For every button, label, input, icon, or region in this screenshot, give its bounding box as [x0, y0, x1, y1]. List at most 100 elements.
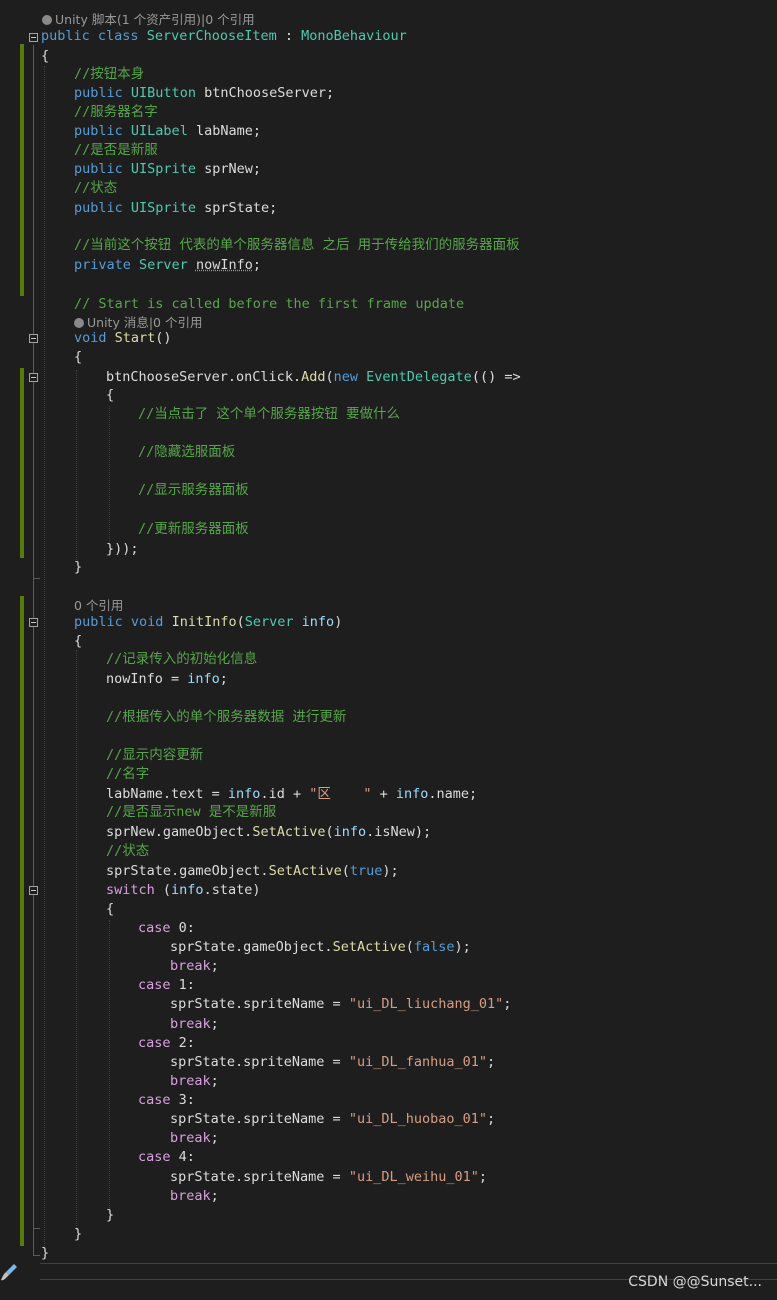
- code-line[interactable]: sprState.spriteName = "ui_DL_liuchang_01…: [170, 995, 511, 1014]
- code-line[interactable]: public UIButton btnChooseServer;: [74, 84, 334, 103]
- code-line[interactable]: //显示内容更新: [106, 746, 203, 765]
- keyword: case: [138, 920, 171, 936]
- punct: );: [454, 939, 471, 955]
- fold-toggle[interactable]: [29, 886, 38, 895]
- code-line[interactable]: //状态: [106, 842, 149, 861]
- punct: {: [74, 349, 83, 365]
- code-line[interactable]: //状态: [74, 179, 117, 198]
- code-line[interactable]: case 4:: [138, 1148, 195, 1167]
- keyword: void: [130, 614, 164, 630]
- keyword: break: [170, 1016, 211, 1032]
- code-line[interactable]: sprState.gameObject.SetActive(false);: [170, 938, 471, 957]
- code-line[interactable]: case 3:: [138, 1091, 195, 1110]
- code-line[interactable]: // Start is called before the first fram…: [74, 295, 464, 314]
- identifier: sprNew;: [195, 161, 261, 177]
- keyword: public: [74, 614, 123, 630]
- unity-icon: [74, 318, 84, 328]
- string: "ui_DL_huobao_01": [348, 1111, 487, 1127]
- punct: }: [74, 559, 83, 575]
- lens-refs[interactable]: |0 个引用: [201, 12, 255, 27]
- code-line[interactable]: btnChooseServer.onClick.Add(new EventDel…: [106, 368, 521, 387]
- fold-toggle[interactable]: [29, 618, 38, 627]
- code-line[interactable]: break;: [170, 1015, 219, 1034]
- code-line[interactable]: {: [74, 632, 82, 651]
- identifier: btnChooseServer;: [195, 85, 335, 101]
- code-line[interactable]: private Server nowInfo;: [74, 256, 261, 275]
- fold-toggle[interactable]: [29, 33, 38, 42]
- punct: (: [341, 863, 350, 879]
- keyword: case: [138, 1035, 171, 1051]
- keyword: public: [74, 123, 123, 139]
- fold-line-end: [33, 1255, 40, 1256]
- code-line[interactable]: sprNew.gameObject.SetActive(info.isNew);: [106, 823, 431, 842]
- code-line[interactable]: //当前这个按钮 代表的单个服务器信息 之后 用于传给我们的服务器面板: [74, 236, 520, 255]
- code-line[interactable]: //按钮本身: [74, 65, 144, 84]
- code-line[interactable]: //是否是新服: [74, 141, 158, 160]
- code-line[interactable]: //是否显示new 是不是新服: [106, 803, 276, 822]
- identifier: sprState.spriteName =: [170, 996, 349, 1012]
- fold-toggle[interactable]: [29, 334, 38, 343]
- type-name: Server: [139, 257, 188, 273]
- code-line[interactable]: case 0:: [138, 919, 195, 938]
- code-line[interactable]: }));: [106, 540, 139, 559]
- code-line[interactable]: break;: [170, 1129, 219, 1148]
- code-editor[interactable]: Unity 脚本(1 个资产引用)|0 个引用 public class Ser…: [0, 0, 777, 1300]
- code-line[interactable]: }: [74, 558, 82, 577]
- lens-refs[interactable]: |0 个引用: [149, 315, 203, 330]
- keyword: private: [74, 257, 131, 273]
- keyword: true: [349, 863, 383, 879]
- code-line[interactable]: //更新服务器面板: [138, 520, 249, 539]
- method-name: InitInfo: [171, 614, 237, 630]
- code-line[interactable]: //根据传入的单个服务器数据 进行更新: [106, 708, 346, 727]
- code-line[interactable]: public UISprite sprState;: [74, 199, 277, 218]
- lens-refs[interactable]: 0 个引用: [74, 598, 123, 613]
- code-line[interactable]: break;: [170, 1072, 219, 1091]
- code-line[interactable]: //名字: [106, 765, 149, 784]
- literal: 4:: [170, 1149, 195, 1165]
- comment: // Start is called before the first fram…: [74, 296, 465, 312]
- code-line[interactable]: sprState.spriteName = "ui_DL_fanhua_01";: [170, 1053, 495, 1072]
- code-line[interactable]: public class ServerChooseItem : MonoBeha…: [41, 27, 407, 46]
- identifier: .id +: [260, 786, 310, 802]
- code-line[interactable]: //服务器名字: [74, 103, 158, 122]
- code-line[interactable]: sprState.spriteName = "ui_DL_huobao_01";: [170, 1110, 495, 1129]
- type-name: UISprite: [130, 161, 196, 177]
- code-line[interactable]: }: [41, 1244, 49, 1263]
- code-line[interactable]: switch (info.state): [106, 881, 260, 900]
- brush-icon[interactable]: [0, 1262, 18, 1282]
- keyword: switch: [106, 882, 155, 898]
- comment: //是否显示new 是不是新服: [106, 804, 277, 820]
- code-line[interactable]: //显示服务器面板: [138, 481, 249, 500]
- code-line[interactable]: //记录传入的初始化信息: [106, 650, 257, 669]
- code-line[interactable]: case 2:: [138, 1034, 195, 1053]
- code-line[interactable]: break;: [170, 957, 219, 976]
- code-line[interactable]: sprState.gameObject.SetActive(true);: [106, 862, 399, 881]
- code-line[interactable]: }: [74, 1225, 82, 1244]
- code-line[interactable]: {: [74, 348, 82, 367]
- code-line[interactable]: {: [41, 47, 49, 66]
- comment: //根据传入的单个服务器数据 进行更新: [106, 709, 347, 725]
- code-line[interactable]: nowInfo = info;: [106, 670, 228, 689]
- string: "ui_DL_fanhua_01": [348, 1054, 487, 1070]
- code-line[interactable]: {: [106, 386, 114, 405]
- indent-guide: [44, 66, 45, 1246]
- code-line[interactable]: public UILabel labName;: [74, 122, 261, 141]
- code-line[interactable]: labName.text = info.id + "区 " + info.nam…: [106, 785, 477, 804]
- method-name: SetActive: [252, 824, 326, 840]
- code-line[interactable]: break;: [170, 1187, 219, 1206]
- keyword: break: [170, 1130, 211, 1146]
- code-line[interactable]: public UISprite sprNew;: [74, 160, 261, 179]
- code-line[interactable]: public void InitInfo(Server info): [74, 613, 342, 632]
- code-line[interactable]: void Start(): [74, 329, 172, 348]
- indent-guide: [76, 370, 77, 560]
- code-line[interactable]: //隐藏选服面板: [138, 443, 235, 462]
- code-line[interactable]: sprState.spriteName = "ui_DL_weihu_01";: [170, 1168, 487, 1187]
- code-line[interactable]: case 1:: [138, 976, 195, 995]
- punct: (: [325, 824, 334, 840]
- code-line[interactable]: }: [106, 1206, 114, 1225]
- fold-toggle[interactable]: [29, 373, 38, 382]
- identifier: .name;: [428, 786, 478, 802]
- code-line[interactable]: {: [106, 900, 114, 919]
- code-line[interactable]: //当点击了 这个单个服务器按钮 要做什么: [138, 405, 400, 424]
- watermark: CSDN @@Sunset...: [628, 1274, 762, 1290]
